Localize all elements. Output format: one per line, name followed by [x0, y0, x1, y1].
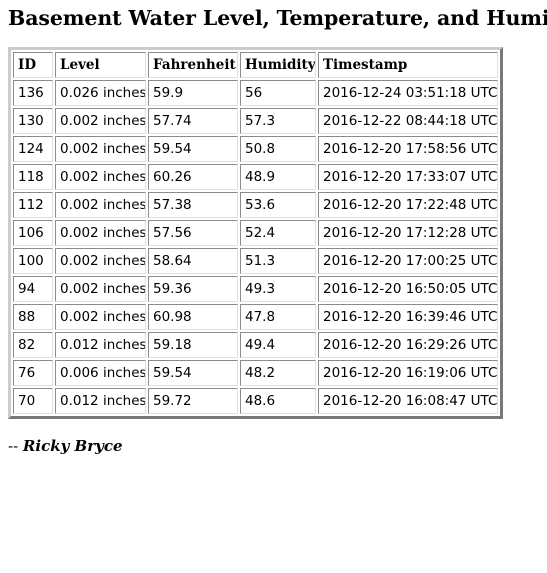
cell-id: 130 [13, 108, 53, 134]
cell-level: 0.012 inches [55, 332, 146, 358]
table-row: 136 0.026 inches 59.9 56 2016-12-24 03:51:18… [13, 80, 498, 106]
table-row: 118 0.002 inches 60.26 48.9 2016-12-20 17:33… [13, 164, 498, 190]
cell-humidity: 49.3 [240, 276, 316, 302]
cell-humidity: 56 [240, 80, 316, 106]
cell-level: 0.002 inches [55, 108, 146, 134]
cell-timestamp: 2016-12-20 16:08:47 UTC [318, 388, 498, 414]
column-header-id: ID [13, 52, 53, 78]
cell-humidity: 49.4 [240, 332, 316, 358]
cell-id: 70 [13, 388, 53, 414]
cell-id: 136 [13, 80, 53, 106]
cell-fahrenheit: 59.9 [148, 80, 238, 106]
cell-level: 0.002 inches [55, 136, 146, 162]
cell-timestamp: 2016-12-20 17:22:48 UTC [318, 192, 498, 218]
cell-humidity: 50.8 [240, 136, 316, 162]
cell-id: 94 [13, 276, 53, 302]
cell-humidity: 51.3 [240, 248, 316, 274]
signature: -- Ricky Bryce [8, 437, 539, 455]
cell-timestamp: 2016-12-24 03:51:18 UTC [318, 80, 498, 106]
cell-fahrenheit: 59.18 [148, 332, 238, 358]
cell-fahrenheit: 59.54 [148, 136, 238, 162]
cell-id: 76 [13, 360, 53, 386]
table-row: 100 0.002 inches 58.64 51.3 2016-12-20 17:00… [13, 248, 498, 274]
cell-humidity: 48.6 [240, 388, 316, 414]
cell-humidity: 48.2 [240, 360, 316, 386]
cell-fahrenheit: 57.38 [148, 192, 238, 218]
cell-timestamp: 2016-12-22 08:44:18 UTC [318, 108, 498, 134]
page-title: Basement Water Level, Temperature, and H… [8, 6, 547, 30]
table-row: 76 0.006 inches 59.54 48.2 2016-12-20 16:19:… [13, 360, 498, 386]
cell-timestamp: 2016-12-20 16:29:26 UTC [318, 332, 498, 358]
cell-humidity: 52.4 [240, 220, 316, 246]
cell-id: 106 [13, 220, 53, 246]
cell-level: 0.002 inches [55, 164, 146, 190]
cell-humidity: 57.3 [240, 108, 316, 134]
signature-author: Ricky Bryce [22, 437, 123, 455]
sensor-readings-table: ID Level Fahrenheit Humidity Timestamp 136 0.… [8, 47, 503, 419]
table-head: ID Level Fahrenheit Humidity Timestamp [13, 52, 498, 78]
table-body: 136 0.026 inches 59.9 56 2016-12-24 03:51:18… [13, 80, 498, 414]
cell-timestamp: 2016-12-20 17:00:25 UTC [318, 248, 498, 274]
table-row: 82 0.012 inches 59.18 49.4 2016-12-20 16:29:… [13, 332, 498, 358]
column-header-fahrenheit: Fahrenheit [148, 52, 238, 78]
cell-level: 0.002 inches [55, 276, 146, 302]
cell-id: 82 [13, 332, 53, 358]
table-row: 124 0.002 inches 59.54 50.8 2016-12-20 17:58… [13, 136, 498, 162]
cell-timestamp: 2016-12-20 16:19:06 UTC [318, 360, 498, 386]
table-row: 70 0.012 inches 59.72 48.6 2016-12-20 16:08:… [13, 388, 498, 414]
cell-fahrenheit: 57.74 [148, 108, 238, 134]
signature-dashes: -- [8, 437, 19, 455]
cell-fahrenheit: 58.64 [148, 248, 238, 274]
cell-fahrenheit: 59.36 [148, 276, 238, 302]
cell-level: 0.002 inches [55, 220, 146, 246]
cell-fahrenheit: 60.98 [148, 304, 238, 330]
cell-timestamp: 2016-12-20 16:50:05 UTC [318, 276, 498, 302]
page-root: Basement Water Level, Temperature, and H… [0, 0, 547, 573]
table-container: ID Level Fahrenheit Humidity Timestamp 136 0.… [8, 47, 539, 419]
table-row: 112 0.002 inches 57.38 53.6 2016-12-20 17:22… [13, 192, 498, 218]
column-header-timestamp: Timestamp [318, 52, 498, 78]
cell-id: 118 [13, 164, 53, 190]
column-header-humidity: Humidity [240, 52, 316, 78]
cell-humidity: 48.9 [240, 164, 316, 190]
cell-level: 0.026 inches [55, 80, 146, 106]
cell-id: 112 [13, 192, 53, 218]
column-header-level: Level [55, 52, 146, 78]
cell-humidity: 53.6 [240, 192, 316, 218]
cell-id: 124 [13, 136, 53, 162]
table-row: 130 0.002 inches 57.74 57.3 2016-12-22 08:44… [13, 108, 498, 134]
cell-level: 0.002 inches [55, 304, 146, 330]
table-row: 88 0.002 inches 60.98 47.8 2016-12-20 16:39:… [13, 304, 498, 330]
cell-fahrenheit: 60.26 [148, 164, 238, 190]
cell-timestamp: 2016-12-20 17:12:28 UTC [318, 220, 498, 246]
cell-id: 88 [13, 304, 53, 330]
cell-level: 0.012 inches [55, 388, 146, 414]
cell-timestamp: 2016-12-20 17:33:07 UTC [318, 164, 498, 190]
cell-humidity: 47.8 [240, 304, 316, 330]
cell-id: 100 [13, 248, 53, 274]
cell-fahrenheit: 59.72 [148, 388, 238, 414]
cell-level: 0.002 inches [55, 248, 146, 274]
cell-timestamp: 2016-12-20 16:39:46 UTC [318, 304, 498, 330]
table-row: 106 0.002 inches 57.56 52.4 2016-12-20 17:12… [13, 220, 498, 246]
table-header-row: ID Level Fahrenheit Humidity Timestamp [13, 52, 498, 78]
cell-level: 0.002 inches [55, 192, 146, 218]
cell-level: 0.006 inches [55, 360, 146, 386]
table-row: 94 0.002 inches 59.36 49.3 2016-12-20 16:50:… [13, 276, 498, 302]
cell-fahrenheit: 57.56 [148, 220, 238, 246]
cell-timestamp: 2016-12-20 17:58:56 UTC [318, 136, 498, 162]
cell-fahrenheit: 59.54 [148, 360, 238, 386]
